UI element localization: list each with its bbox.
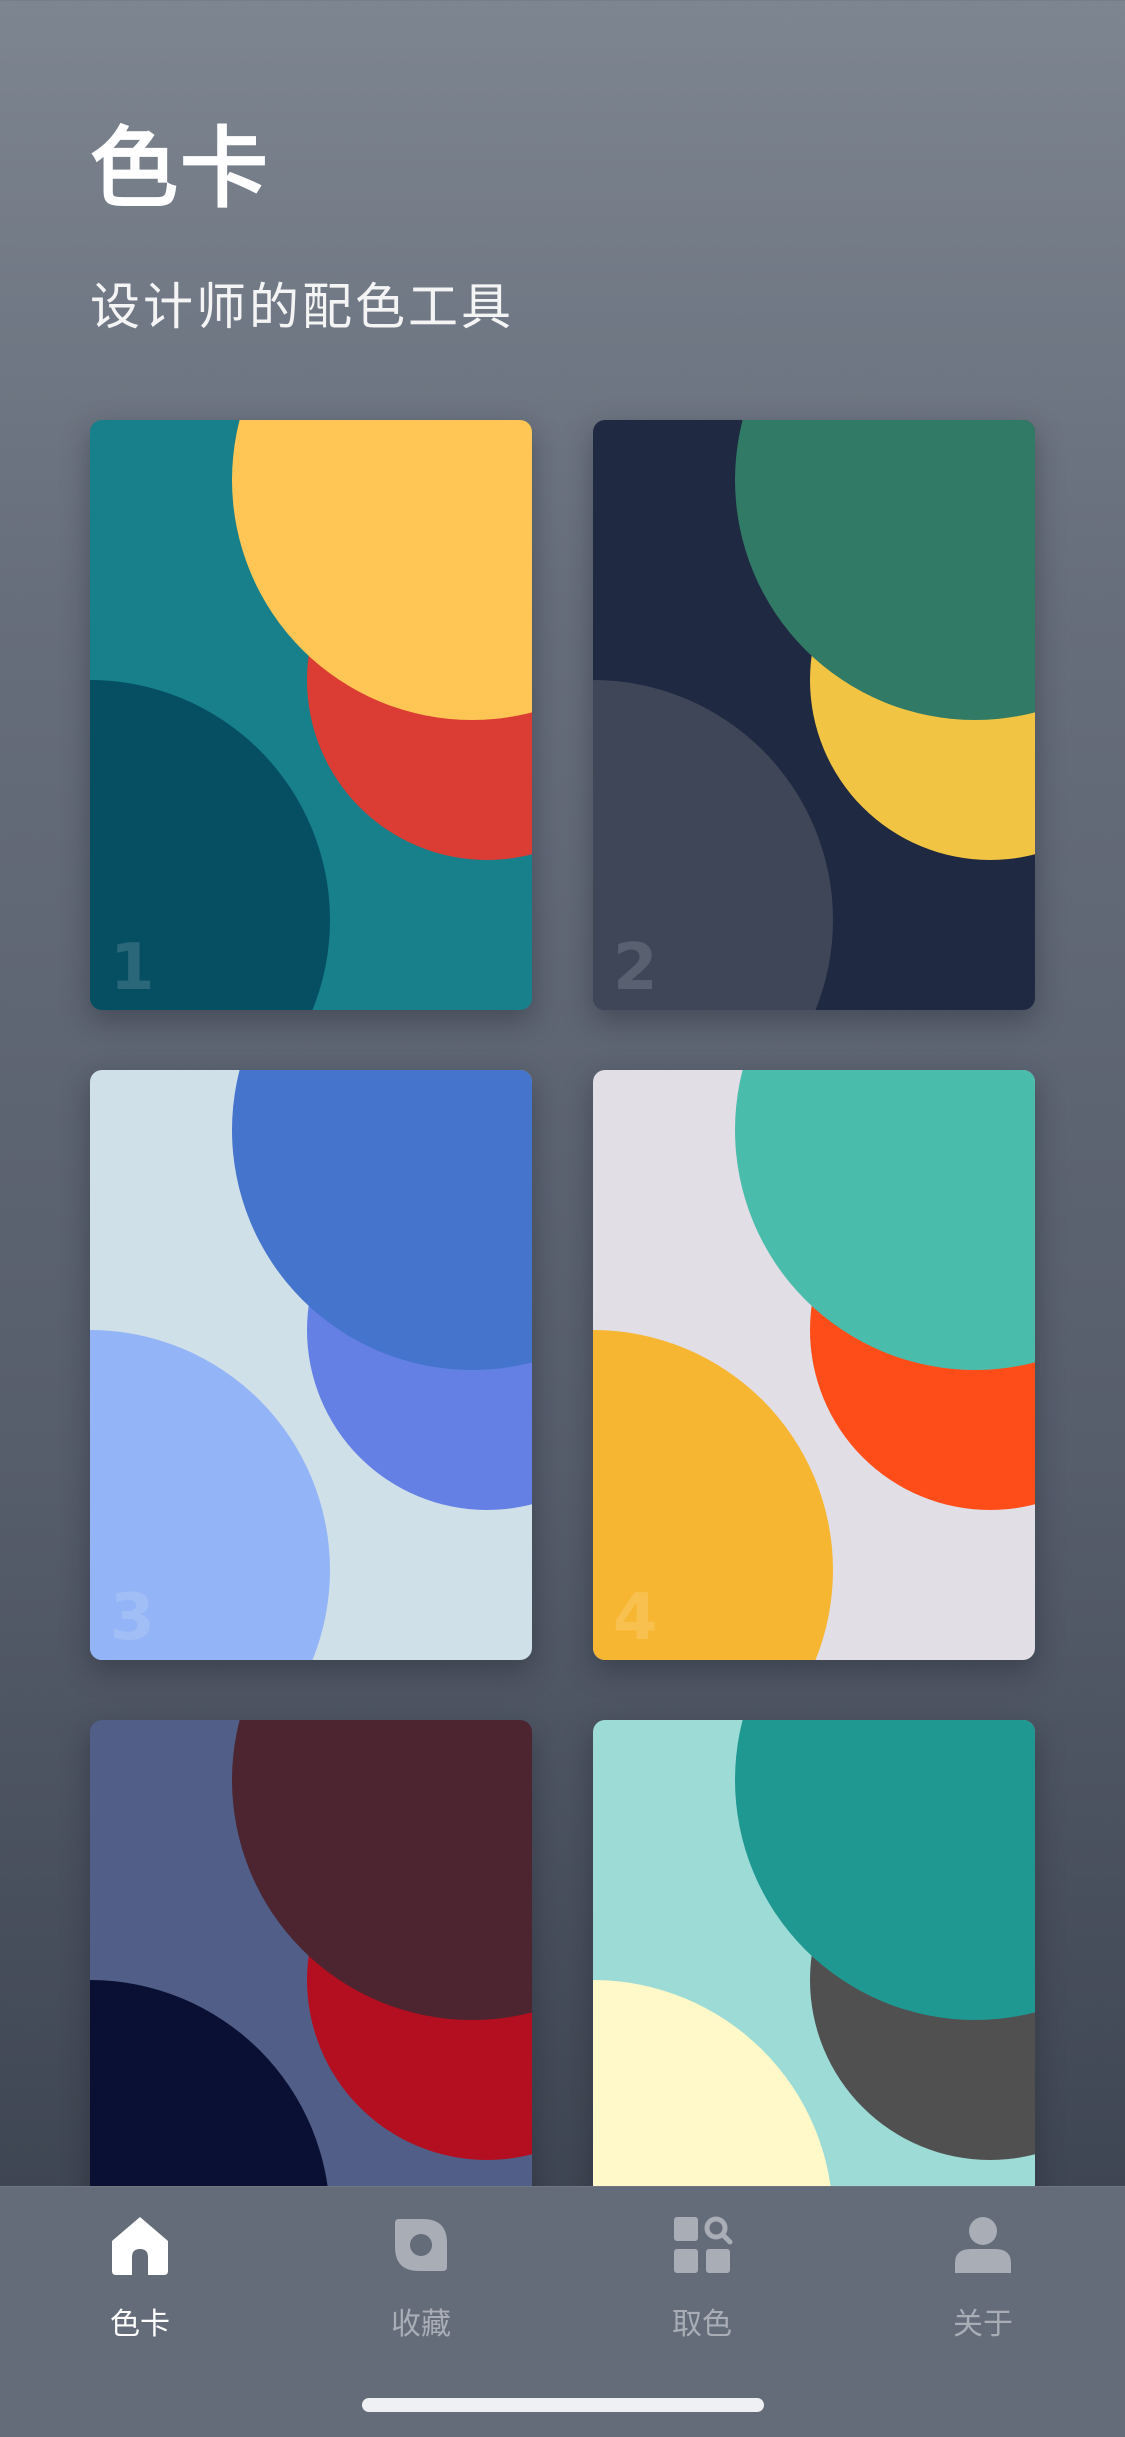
card-number: 2 (613, 931, 658, 1005)
color-card[interactable]: 3 (90, 1070, 532, 1660)
card-circle-top (735, 1720, 1035, 2020)
tab-color-cards[interactable]: 色卡 (60, 2213, 220, 2343)
card-circle-bottom-left (593, 1980, 833, 2186)
home-icon (60, 2213, 220, 2277)
tab-label: 收藏 (391, 2307, 451, 2342)
tab-pick-color[interactable]: 取色 (622, 2213, 782, 2343)
card-circle-top (232, 1720, 532, 2020)
card-circle-bottom-left (90, 1980, 330, 2186)
tab-favorites[interactable]: 收藏 (341, 2213, 501, 2343)
tab-label: 色卡 (110, 2307, 170, 2342)
card-number: 3 (110, 1581, 155, 1655)
card-circle-top (232, 1070, 532, 1370)
color-picker-icon (622, 2213, 782, 2277)
color-card[interactable]: 4 (593, 1070, 1035, 1660)
card-circle-top (735, 420, 1035, 720)
color-card[interactable]: 6 (593, 1720, 1035, 2186)
collection-icon (341, 2213, 501, 2277)
card-number: 1 (110, 931, 155, 1005)
color-card[interactable]: 2 (593, 420, 1035, 1010)
tab-label: 取色 (672, 2307, 732, 2342)
tab-label: 关于 (953, 2307, 1013, 2342)
card-circle-top (232, 420, 532, 720)
color-card[interactable]: 1 (90, 420, 532, 1010)
user-icon (903, 2213, 1063, 2277)
color-card[interactable]: 5 (90, 1720, 532, 2186)
card-circle-top (735, 1070, 1035, 1370)
color-card-grid: 1 2 3 4 5 6 (0, 0, 1125, 2186)
card-number: 4 (613, 1581, 658, 1655)
home-indicator[interactable] (362, 2398, 764, 2412)
tab-about[interactable]: 关于 (903, 2213, 1063, 2343)
